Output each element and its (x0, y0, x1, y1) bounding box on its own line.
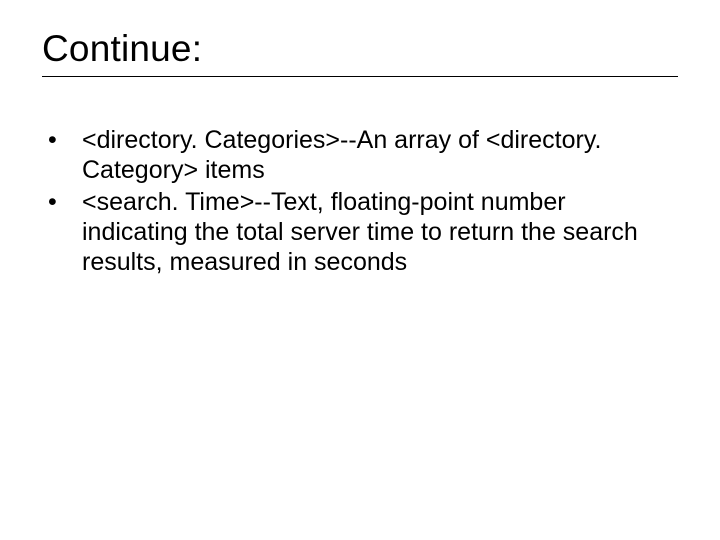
slide-title: Continue: (42, 28, 678, 77)
bullet-item: <directory. Categories>--An array of <di… (42, 125, 678, 185)
bullet-item: <search. Time>--Text, floating-point num… (42, 187, 678, 277)
bullet-list: <directory. Categories>--An array of <di… (42, 125, 678, 277)
slide-container: Continue: <directory. Categories>--An ar… (0, 0, 720, 540)
